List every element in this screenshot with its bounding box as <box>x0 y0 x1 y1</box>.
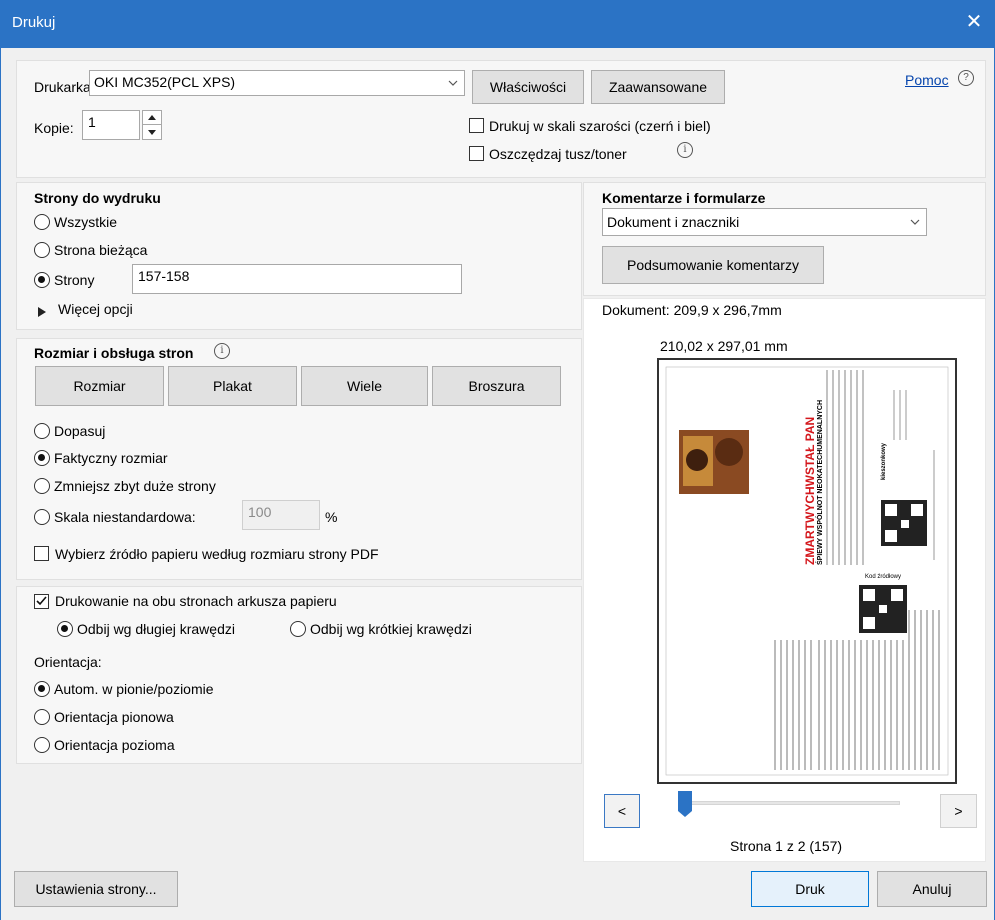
comments-select-value: Dokument i znaczniki <box>607 214 740 230</box>
custom-scale-label: Skala niestandardowa: <box>54 509 196 525</box>
printer-select[interactable]: OKI MC352(PCL XPS) <box>89 70 465 96</box>
radio-custom-scale[interactable] <box>34 509 50 525</box>
orientation-label: Orientacja: <box>34 654 102 670</box>
orientation-auto-label: Autom. w pionie/poziomie <box>54 681 214 697</box>
save-ink-checkbox[interactable] <box>469 146 484 161</box>
preview-doc-subtitle: ŚPIEWY WSPÓLNOT NEOKATECHUMENALNYCH <box>817 399 824 565</box>
current-page-label: Strona bieżąca <box>54 242 148 258</box>
preview-doc-title: ZMARTWYCHWSTAŁ PAN <box>803 416 817 565</box>
comments-heading: Komentarze i formularze <box>602 190 766 206</box>
long-edge-label: Odbij wg długiej krawędzi <box>77 621 235 637</box>
help-link[interactable]: Pomoc <box>905 72 949 88</box>
chevron-down-icon <box>442 71 464 95</box>
grayscale-label: Drukuj w skali szarości (czerń i biel) <box>489 118 711 134</box>
radio-orientation-landscape[interactable] <box>34 737 50 753</box>
printer-label: Drukarka: <box>34 79 95 95</box>
sizing-heading: Rozmiar i obsługa stron <box>34 345 194 361</box>
prev-page-button[interactable]: < <box>604 794 640 828</box>
custom-scale-input[interactable]: 100 <box>242 500 320 530</box>
percent-label: % <box>325 509 338 525</box>
title-bar: Drukuj ✕ <box>0 0 995 48</box>
chevron-down-icon <box>904 209 926 235</box>
paper-source-checkbox[interactable] <box>34 546 49 561</box>
info-icon[interactable]: i <box>677 142 693 158</box>
page-size-label: 210,02 x 297,01 mm <box>660 338 788 354</box>
tab-booklet[interactable]: Broszura <box>432 366 561 406</box>
radio-actual-size[interactable] <box>34 450 50 466</box>
radio-current-page[interactable] <box>34 242 50 258</box>
tab-poster[interactable]: Plakat <box>168 366 297 406</box>
page-setup-button[interactable]: Ustawienia strony... <box>14 871 178 907</box>
copies-value: 1 <box>88 114 96 130</box>
tab-multiple[interactable]: Wiele <box>301 366 428 406</box>
info-icon[interactable]: i <box>214 343 230 359</box>
copies-stepper[interactable] <box>142 110 162 140</box>
stepper-down-icon[interactable] <box>143 125 161 139</box>
orientation-portrait-label: Orientacja pionowa <box>54 709 174 725</box>
grayscale-checkbox[interactable] <box>469 118 484 133</box>
page-range-label: Strony <box>54 272 95 288</box>
radio-orientation-auto[interactable] <box>34 681 50 697</box>
comments-select[interactable]: Dokument i znaczniki <box>602 208 927 236</box>
all-pages-label: Wszystkie <box>54 214 117 230</box>
actual-size-label: Faktyczny rozmiar <box>54 450 168 466</box>
preview-page: ZMARTWYCHWSTAŁ PAN ŚPIEWY WSPÓLNOT NEOKA… <box>657 358 957 784</box>
radio-all-pages[interactable] <box>34 214 50 230</box>
next-page-button[interactable]: > <box>940 794 977 828</box>
radio-page-range[interactable] <box>34 272 50 288</box>
page-range-input[interactable]: 157-158 <box>132 264 462 294</box>
radio-short-edge[interactable] <box>290 621 306 637</box>
radio-orientation-portrait[interactable] <box>34 709 50 725</box>
tab-size[interactable]: Rozmiar <box>35 366 164 406</box>
save-ink-label: Oszczędzaj tusz/toner <box>489 146 627 162</box>
page-slider-thumb[interactable] <box>678 791 692 817</box>
pages-heading: Strony do wydruku <box>34 190 161 206</box>
duplex-checkbox[interactable] <box>34 594 49 609</box>
document-size-label: Dokument: 209,9 x 296,7mm <box>602 302 782 318</box>
help-icon[interactable]: ? <box>958 70 974 86</box>
cancel-button[interactable]: Anuluj <box>877 871 987 907</box>
orientation-landscape-label: Orientacja pozioma <box>54 737 175 753</box>
advanced-button[interactable]: Zaawansowane <box>591 70 725 104</box>
page-slider-track[interactable] <box>690 801 900 805</box>
page-range-value: 157-158 <box>138 268 190 284</box>
printer-select-value: OKI MC352(PCL XPS) <box>94 74 236 90</box>
radio-long-edge[interactable] <box>57 621 73 637</box>
radio-fit[interactable] <box>34 423 50 439</box>
print-button[interactable]: Druk <box>751 871 869 907</box>
triangle-right-icon[interactable] <box>38 304 46 320</box>
properties-button[interactable]: Właściwości <box>472 70 584 104</box>
preview-doc-pocket: kieszonkowy <box>881 442 887 480</box>
fit-label: Dopasuj <box>54 423 106 439</box>
paper-source-label: Wybierz źródło papieru według rozmiaru s… <box>55 546 379 562</box>
preview-doc-source-code: Kod źródłowy <box>865 574 902 580</box>
page-counter: Strona 1 z 2 (157) <box>730 838 843 854</box>
window-title: Drukuj <box>12 14 56 31</box>
summarize-comments-button[interactable]: Podsumowanie komentarzy <box>602 246 824 284</box>
radio-shrink[interactable] <box>34 478 50 494</box>
close-icon[interactable]: ✕ <box>961 9 987 35</box>
short-edge-label: Odbij wg krótkiej krawędzi <box>310 621 472 637</box>
more-options-link[interactable]: Więcej opcji <box>58 301 133 317</box>
custom-scale-value: 100 <box>248 504 272 520</box>
shrink-label: Zmniejsz zbyt duże strony <box>54 478 216 494</box>
copies-label: Kopie: <box>34 120 74 136</box>
duplex-label: Drukowanie na obu stronach arkusza papie… <box>55 593 337 609</box>
stepper-up-icon[interactable] <box>143 111 161 125</box>
copies-input[interactable]: 1 <box>82 110 140 140</box>
